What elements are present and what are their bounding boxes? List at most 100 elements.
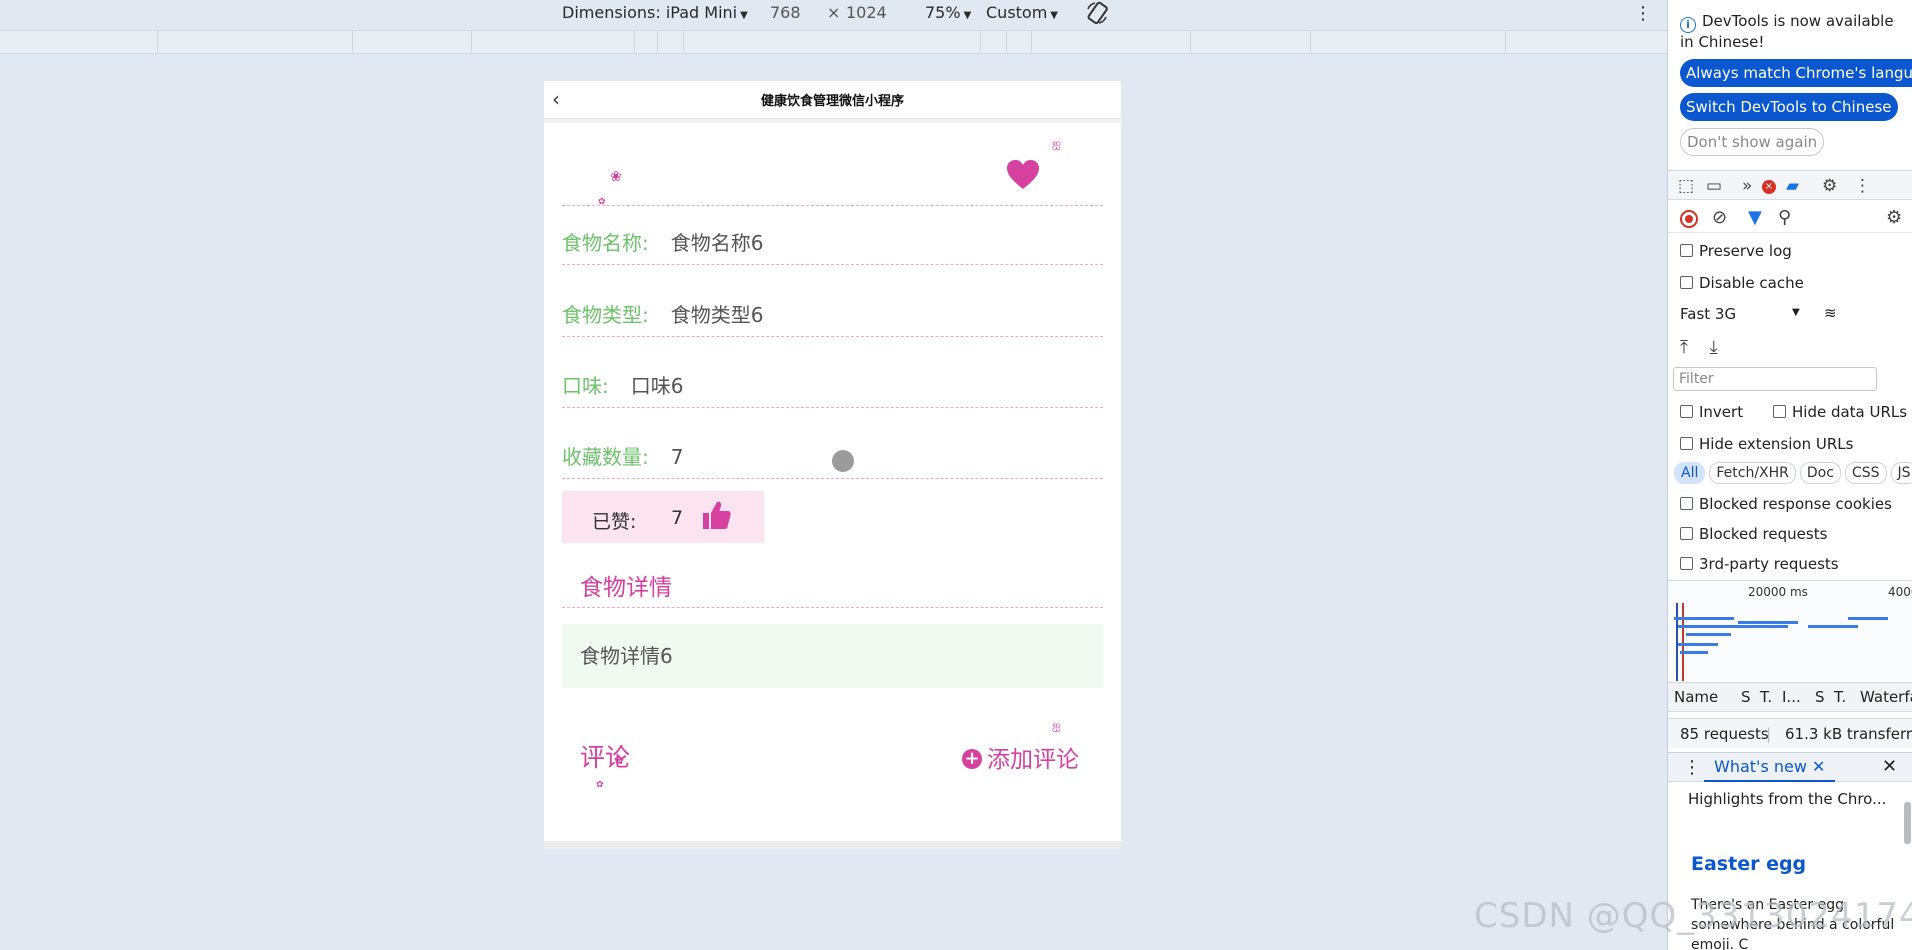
close-drawer-icon[interactable]: ✕ bbox=[1882, 756, 1897, 777]
thumbs-up-icon[interactable] bbox=[700, 499, 732, 535]
throttle-select[interactable]: Fast 3G ▼ ≋ bbox=[1680, 304, 1837, 323]
drawer-scrollbar[interactable] bbox=[1904, 802, 1911, 844]
checkbox-label: Blocked requests bbox=[1699, 525, 1828, 543]
network-conditions-icon[interactable]: ≋ bbox=[1824, 304, 1837, 322]
third-party-requests-checkbox[interactable]: 3rd-party requests bbox=[1680, 555, 1839, 573]
hide-data-urls-checkbox[interactable]: Hide data URLs bbox=[1773, 403, 1907, 421]
filter-css[interactable]: CSS bbox=[1844, 462, 1887, 484]
field-label: 食物名称: bbox=[562, 231, 649, 255]
filter-all[interactable]: All bbox=[1674, 462, 1706, 484]
dimensions-dropdown[interactable]: Dimensions: iPad Mini ▼ bbox=[562, 3, 748, 22]
network-overview[interactable]: 20000 ms 4000 bbox=[1668, 580, 1912, 681]
flower-icon: ❀ bbox=[610, 169, 622, 185]
waterfall-bar bbox=[1674, 617, 1734, 620]
column-header[interactable]: I... bbox=[1782, 688, 1801, 706]
waterfall-bar bbox=[1808, 625, 1858, 628]
switch-to-chinese-button[interactable]: Switch DevTools to Chinese bbox=[1680, 93, 1898, 121]
devtools-panel: i DevTools is now available in Chinese! A… bbox=[1667, 0, 1912, 950]
divider bbox=[562, 336, 1103, 337]
invert-checkbox[interactable]: Invert bbox=[1680, 403, 1743, 421]
field-food-name: 食物名称: 食物名称6 bbox=[562, 227, 763, 267]
zoom-dropdown[interactable]: 75% ▼ bbox=[925, 3, 971, 22]
column-header[interactable]: S bbox=[1741, 688, 1751, 706]
field-label: 收藏数量: bbox=[562, 445, 649, 469]
height-input[interactable]: 1024 bbox=[846, 3, 887, 22]
add-comment-label: 添加评论 bbox=[987, 747, 1079, 773]
field-food-type: 食物类型: 食物类型6 bbox=[562, 299, 763, 339]
column-header[interactable]: T. bbox=[1760, 688, 1772, 706]
more-options-icon[interactable]: ⋮ bbox=[1634, 3, 1652, 24]
blocked-response-cookies-checkbox[interactable]: Blocked response cookies bbox=[1680, 495, 1892, 513]
throttle-dropdown[interactable]: Custom ▼ bbox=[986, 3, 1058, 22]
column-header[interactable]: S bbox=[1815, 688, 1825, 706]
detail-text: 食物详情6 bbox=[580, 644, 673, 668]
issues-icon[interactable]: ▰ bbox=[1786, 176, 1799, 196]
more-options-icon[interactable]: ⋮ bbox=[1854, 176, 1871, 196]
checkbox-box bbox=[1680, 244, 1693, 257]
drawer-tabbar: ⋮ What's new ✕ ✕ bbox=[1668, 752, 1912, 782]
filter-icon[interactable]: ▼ bbox=[1748, 207, 1762, 228]
rotate-icon[interactable] bbox=[1084, 0, 1110, 30]
error-badge-icon[interactable]: × bbox=[1762, 180, 1776, 194]
dont-show-again-button[interactable]: Don't show again bbox=[1680, 128, 1825, 156]
close-tab-icon[interactable]: ✕ bbox=[1812, 757, 1825, 776]
width-input[interactable]: 768 bbox=[770, 3, 801, 22]
add-comment-button[interactable]: + 添加评论 bbox=[962, 740, 1079, 773]
nav-bar: ‹ 健康饮食管理微信小程序 bbox=[544, 81, 1121, 119]
hide-extension-urls-checkbox[interactable]: Hide extension URLs bbox=[1680, 435, 1853, 453]
notice-text: DevTools is now available in Chinese! bbox=[1680, 12, 1894, 51]
request-type-filters: All Fetch/XHR Doc CSS JS bbox=[1674, 462, 1912, 484]
export-har-icon[interactable]: ⤓ bbox=[1710, 337, 1718, 358]
network-summary: 85 requests | 61.3 kB transferred bbox=[1668, 718, 1912, 748]
tab-label: What's new bbox=[1714, 757, 1807, 776]
always-match-language-button[interactable]: Always match Chrome's language bbox=[1680, 59, 1912, 87]
inspect-element-icon[interactable]: ⬚ bbox=[1678, 176, 1694, 196]
filter-js[interactable]: JS bbox=[1890, 462, 1912, 484]
waterfall-bar bbox=[1678, 643, 1718, 646]
drawer-menu-icon[interactable]: ⋮ bbox=[1683, 757, 1701, 778]
detail-title: 食物详情 bbox=[580, 575, 672, 601]
highlights-heading: Highlights from the Chro... bbox=[1688, 790, 1887, 808]
chevron-down-icon: ▼ bbox=[1792, 307, 1800, 318]
checkbox-box bbox=[1680, 276, 1693, 289]
filter-doc[interactable]: Doc bbox=[1799, 462, 1841, 484]
checkbox-label: Invert bbox=[1699, 403, 1744, 421]
device-toggle-icon[interactable]: ▭ bbox=[1706, 176, 1722, 196]
filter-fetch-xhr[interactable]: Fetch/XHR bbox=[1709, 462, 1796, 484]
column-header[interactable]: Name bbox=[1674, 688, 1718, 706]
clear-icon[interactable]: ⊘ bbox=[1712, 207, 1727, 228]
viewport-bottom bbox=[544, 841, 1121, 849]
times-sign: × bbox=[827, 3, 841, 22]
language-notice: i DevTools is now available in Chinese! bbox=[1680, 12, 1900, 52]
page-title: 健康饮食管理微信小程序 bbox=[760, 94, 904, 109]
settings-icon[interactable]: ⚙ bbox=[1822, 176, 1837, 196]
throttle-label: Custom bbox=[986, 3, 1048, 22]
column-header[interactable]: Waterfall bbox=[1860, 688, 1912, 706]
more-tabs-icon[interactable]: » bbox=[1742, 176, 1752, 196]
checkbox-box bbox=[1680, 405, 1693, 418]
preserve-log-checkbox[interactable]: Preserve log bbox=[1680, 242, 1792, 260]
heart-icon[interactable] bbox=[1006, 159, 1040, 195]
device-toolbar: Dimensions: iPad Mini ▼ 768 × 1024 75% ▼ C… bbox=[0, 0, 1667, 30]
import-har-icon[interactable]: ⤒ bbox=[1680, 337, 1688, 358]
disable-cache-checkbox[interactable]: Disable cache bbox=[1680, 274, 1804, 292]
plus-circle-icon: + bbox=[962, 749, 982, 769]
network-toolbar: ⊘ ▼ ⚲ ⚙ bbox=[1668, 203, 1912, 233]
liked-label: 已赞: bbox=[592, 511, 637, 533]
checkbox-label: Disable cache bbox=[1699, 274, 1804, 292]
network-settings-icon[interactable]: ⚙ bbox=[1886, 207, 1902, 228]
filter-input[interactable]: Filter bbox=[1673, 367, 1877, 391]
tab-whats-new[interactable]: What's new ✕ bbox=[1704, 753, 1836, 782]
zoom-label: 75% bbox=[925, 3, 961, 22]
timeline-tick: 4000 bbox=[1888, 585, 1912, 599]
search-icon[interactable]: ⚲ bbox=[1778, 207, 1791, 228]
field-favorites: 收藏数量: 7 bbox=[562, 441, 683, 481]
devtools-tabbar: ⬚ ▭ » × ▰ ⚙ ⋮ bbox=[1668, 170, 1912, 200]
throttle-value: Fast 3G bbox=[1680, 305, 1737, 323]
easter-egg-title[interactable]: Easter egg bbox=[1691, 853, 1806, 875]
record-icon[interactable] bbox=[1680, 210, 1698, 228]
blocked-requests-checkbox[interactable]: Blocked requests bbox=[1680, 525, 1827, 543]
waterfall-bar bbox=[1686, 633, 1731, 636]
checkbox-label: Preserve log bbox=[1699, 242, 1792, 260]
column-header[interactable]: T. bbox=[1834, 688, 1846, 706]
